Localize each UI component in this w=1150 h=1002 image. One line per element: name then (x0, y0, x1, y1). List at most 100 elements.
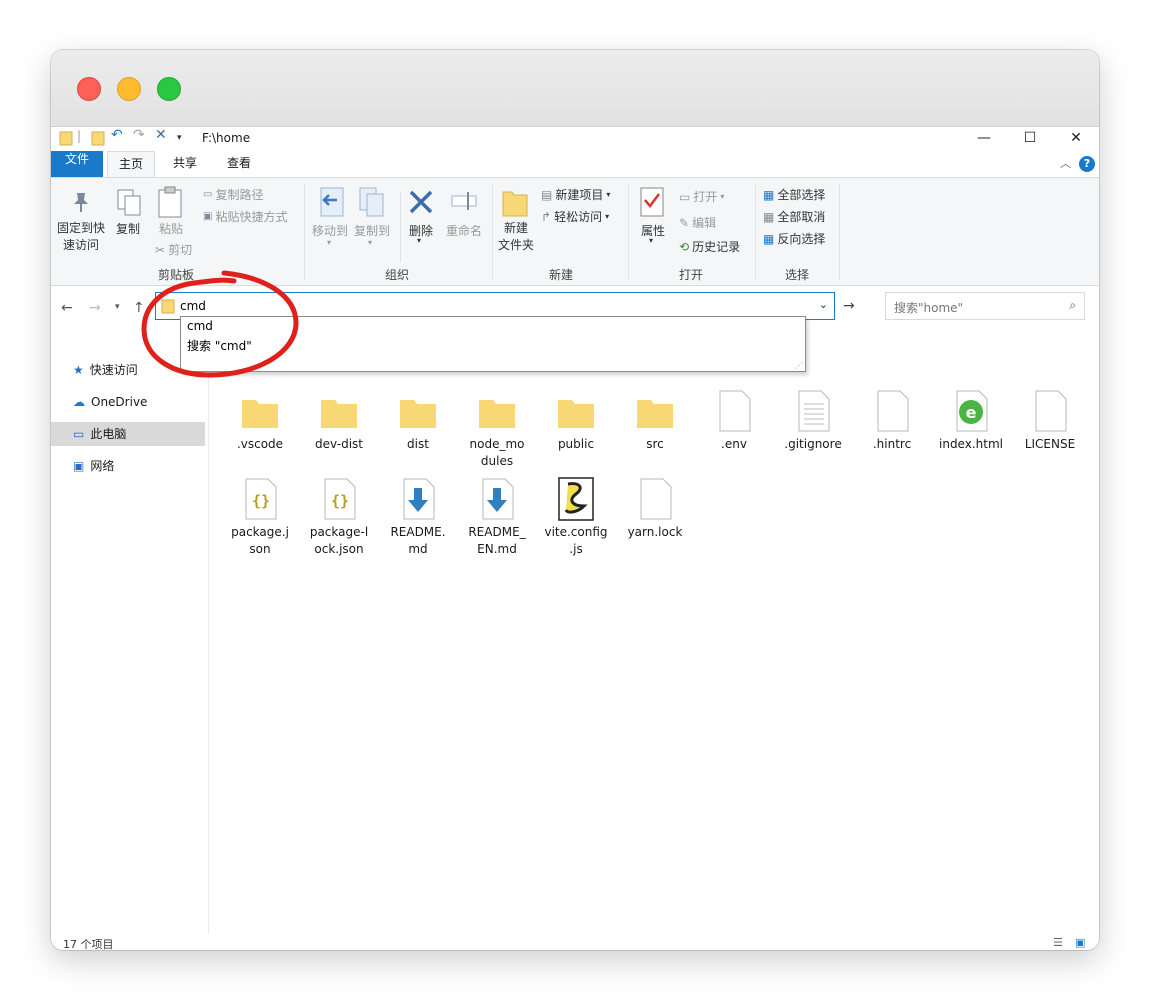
rename-button[interactable]: 重命名 (443, 222, 485, 239)
tab-file[interactable]: 文件 (51, 151, 103, 177)
list-item[interactable]: yarn.lock (619, 476, 691, 541)
file-name-line2: son (249, 542, 271, 556)
list-item[interactable]: src (619, 388, 691, 453)
address-input[interactable]: cmd (180, 299, 206, 313)
html-file-icon: e (956, 390, 988, 432)
folder-icon (161, 299, 175, 314)
star-icon: ★ (73, 363, 84, 377)
zoom-traffic-light[interactable] (157, 77, 181, 101)
list-item[interactable]: .vscode (224, 388, 296, 453)
list-item[interactable]: dev-dist (303, 388, 375, 453)
copy-path-label: 复制路径 (215, 188, 264, 202)
list-item[interactable]: node_mo dules (461, 388, 533, 470)
window-title: F:\home (202, 131, 251, 145)
file-view: .vscode dev-dist dist node_mo dules publ… (209, 330, 1099, 940)
search-icon: ⌕ (1069, 298, 1076, 312)
invert-selection-button[interactable]: ▦ 反向选择 (763, 230, 825, 247)
open-label: 打开 (693, 190, 718, 204)
select-all-button[interactable]: ▦ 全部选择 (763, 186, 825, 203)
sidebar-item-this-pc[interactable]: ▭ 此电脑 (51, 422, 205, 446)
new-folder-line2: 文件夹 (497, 238, 534, 252)
list-item[interactable]: public (540, 388, 612, 453)
undo-icon[interactable]: ↶ (111, 127, 123, 143)
list-item[interactable]: {} package.j son (224, 476, 296, 558)
tab-home[interactable]: 主页 (107, 151, 155, 178)
pin-label-line1: 固定到快 (56, 221, 105, 235)
up-arrow-icon[interactable]: ↑ (133, 300, 145, 316)
invert-selection-icon: ▦ (763, 231, 775, 246)
properties-icon (640, 187, 664, 217)
resize-grip-icon[interactable]: ⋰ (795, 361, 803, 370)
paste-button[interactable]: 粘贴 (154, 220, 188, 237)
select-none-button[interactable]: ▦ 全部取消 (763, 208, 825, 225)
search-input[interactable]: 搜索"home" (894, 299, 963, 316)
copy-button[interactable]: 复制 (111, 220, 145, 237)
pin-quick-access-button[interactable]: 固定到快 速访问 (56, 220, 106, 254)
file-name-line1: README. (390, 525, 446, 539)
chevron-down-icon: ▾ (417, 236, 422, 245)
history-button[interactable]: ⟲ 历史记录 (679, 238, 740, 255)
select-none-label: 全部取消 (777, 210, 826, 224)
easy-access-button[interactable]: ↱ 轻松访问 ▾ (541, 208, 609, 225)
help-icon[interactable]: ? (1079, 156, 1095, 172)
suggestion-item[interactable]: cmd (187, 319, 213, 333)
new-folder-icon[interactable] (91, 130, 105, 146)
go-arrow-icon[interactable]: → (843, 298, 855, 314)
close-button[interactable]: ✕ (1053, 127, 1099, 149)
details-view-icon[interactable]: ☰ (1053, 936, 1063, 949)
chevron-down-icon[interactable]: ⌄ (819, 298, 828, 311)
chevron-down-icon: ▾ (606, 190, 611, 199)
forward-arrow-icon[interactable]: → (89, 300, 101, 316)
delete-icon[interactable]: ✕ (155, 127, 167, 143)
new-item-button[interactable]: ▤ 新建项目 ▾ (541, 186, 610, 203)
chevron-down-icon: ▾ (605, 212, 610, 221)
list-item[interactable]: LICENSE (1014, 388, 1086, 453)
search-box[interactable]: 搜索"home" ⌕ (885, 292, 1085, 320)
easy-access-label: 轻松访问 (554, 210, 603, 224)
maximize-button[interactable]: ☐ (1007, 127, 1053, 149)
tab-view[interactable]: 查看 (215, 151, 263, 177)
folder-icon (321, 400, 357, 428)
file-name-line2: .js (569, 542, 583, 556)
list-item[interactable]: .env (698, 388, 770, 453)
chevron-down-icon: ▾ (327, 238, 332, 247)
file-name: dist (407, 437, 429, 451)
customize-quick-access-icon[interactable]: ▾ (177, 133, 182, 143)
large-icons-view-icon[interactable]: ▣ (1075, 936, 1085, 949)
cut-button[interactable]: ✂ 剪切 (155, 241, 192, 258)
back-arrow-icon[interactable]: ← (61, 300, 73, 316)
file-name-line2: md (408, 542, 428, 556)
list-item[interactable]: e index.html (935, 388, 1007, 453)
redo-icon[interactable]: ↷ (133, 127, 145, 143)
folder-icon (479, 400, 515, 428)
move-to-button[interactable]: 移动到 (309, 222, 351, 239)
list-item[interactable]: README_ EN.md (461, 476, 533, 558)
tab-share[interactable]: 共享 (161, 151, 209, 177)
minimize-button[interactable]: — (961, 127, 1007, 149)
file-name: .gitignore (784, 437, 842, 451)
suggestion-item[interactable]: 搜索 "cmd" (187, 337, 252, 354)
list-item[interactable]: .hintrc (856, 388, 928, 453)
list-item[interactable]: {} package-l ock.json (303, 476, 375, 558)
list-item[interactable]: README. md (382, 476, 454, 558)
open-group-label: 打开 (678, 268, 703, 282)
paste-shortcut-button[interactable]: ▣ 粘贴快捷方式 (203, 208, 287, 225)
toolbar-divider: | (77, 129, 82, 143)
document-icon (877, 390, 909, 432)
new-folder-button[interactable]: 新建 文件夹 (493, 220, 539, 254)
list-item[interactable]: dist (382, 388, 454, 453)
copy-to-button[interactable]: 复制到 (351, 222, 393, 239)
sidebar-item-network[interactable]: ▣ 网络 (51, 454, 205, 478)
sidebar-item-onedrive[interactable]: ☁ OneDrive (51, 390, 205, 414)
paste-shortcut-icon: ▣ (203, 211, 213, 222)
copy-path-button[interactable]: ▭ 复制路径 (203, 186, 263, 203)
file-name: .env (721, 437, 747, 451)
minimize-traffic-light[interactable] (117, 77, 141, 101)
close-traffic-light[interactable] (77, 77, 101, 101)
edit-button[interactable]: ✎ 编辑 (679, 214, 716, 231)
open-button[interactable]: ▭ 打开 ▾ (679, 188, 724, 205)
recent-locations-icon[interactable]: ▾ (115, 302, 120, 312)
list-item[interactable]: .gitignore (777, 388, 849, 453)
list-item[interactable]: vite.config .js (540, 476, 612, 558)
collapse-ribbon-icon[interactable]: ︿ (1060, 155, 1071, 171)
